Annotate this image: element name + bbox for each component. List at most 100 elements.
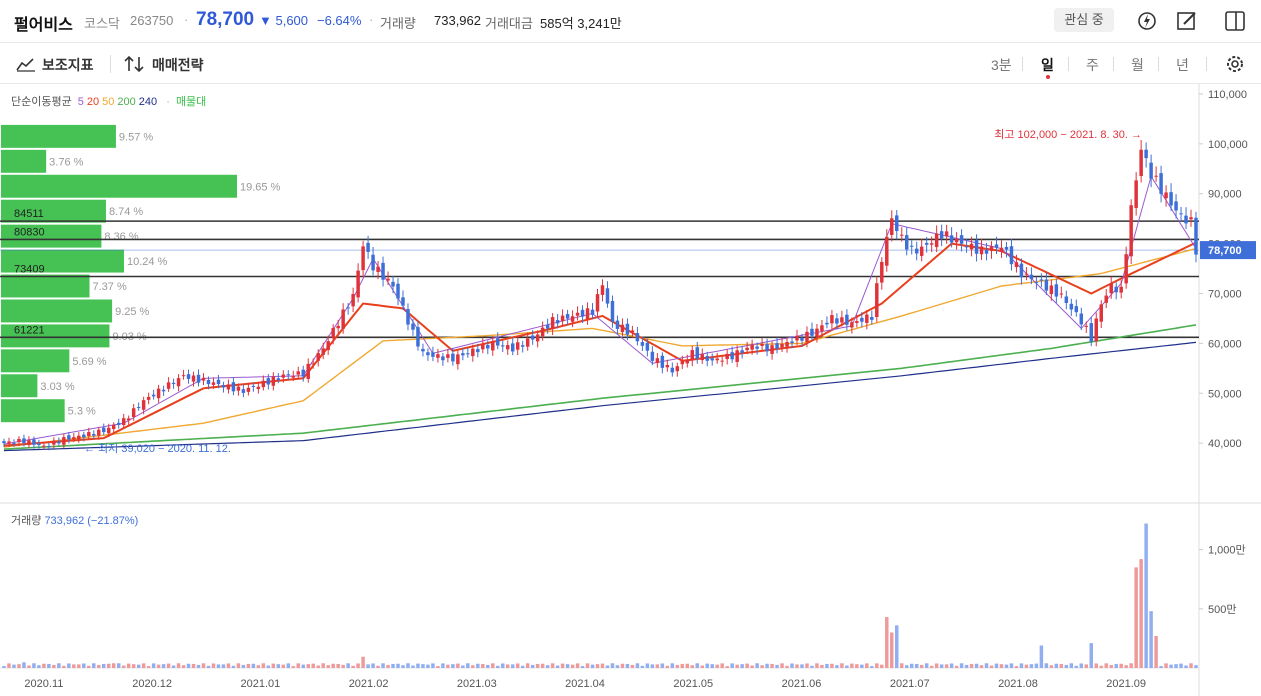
volume-bar xyxy=(1129,663,1133,668)
volume-bar xyxy=(650,664,655,668)
candle-body xyxy=(555,320,560,324)
support-label: 80830 xyxy=(14,226,45,238)
candle-body xyxy=(121,418,126,426)
volume-bar xyxy=(206,665,211,668)
settings-gear-icon[interactable] xyxy=(1224,53,1246,75)
period-year[interactable]: 년 xyxy=(1176,55,1189,75)
candle-body xyxy=(735,350,739,362)
strategy-icon xyxy=(124,55,144,73)
volume-bar xyxy=(750,665,754,668)
x-tick-label: 2020.12 xyxy=(132,678,172,690)
indicators-button[interactable]: 보조지표 xyxy=(42,55,94,75)
volume-bar xyxy=(151,663,156,668)
support-lines: 84511 80830 73409 61221 xyxy=(0,208,1199,339)
flash-icon[interactable] xyxy=(1134,8,1160,34)
candle-body xyxy=(1174,201,1178,211)
candle-body xyxy=(1089,323,1094,342)
candle-body xyxy=(919,246,924,256)
header-dot: · xyxy=(184,12,189,27)
volume-bar xyxy=(1154,636,1158,668)
volume-bar xyxy=(875,663,879,668)
candle-body xyxy=(161,389,166,392)
volume-bar xyxy=(979,665,984,668)
ma200-line xyxy=(3,324,1197,450)
volume-bar xyxy=(87,665,91,668)
volume-bar xyxy=(291,666,296,668)
volume-bar xyxy=(760,665,764,668)
candle-body xyxy=(246,387,251,392)
volume-bar xyxy=(32,663,36,668)
volume-profile-label: 8.36 % xyxy=(104,231,138,243)
volume-bar xyxy=(1144,523,1148,668)
low-annotation: ← 최저 39,020 − 2020. 11. 12. xyxy=(84,442,231,455)
volume-bar xyxy=(401,665,405,668)
candle-body xyxy=(1094,318,1098,342)
period-3min[interactable]: 3분 xyxy=(991,55,1012,75)
volume-bar xyxy=(590,664,595,668)
edit-icon[interactable] xyxy=(1174,8,1200,34)
volume-bar xyxy=(436,666,440,668)
candle-body xyxy=(356,270,360,298)
volume-bar xyxy=(176,663,181,668)
candle-body xyxy=(705,356,709,361)
volume-profile-bar xyxy=(1,149,47,173)
volume-bar xyxy=(580,666,585,668)
watchlist-button[interactable]: 관심 중 xyxy=(1054,8,1114,32)
candle-body xyxy=(944,231,949,237)
volume-bar xyxy=(1139,559,1143,668)
volume-bar xyxy=(491,663,495,668)
period-day[interactable]: 일 xyxy=(1041,55,1054,75)
period-week[interactable]: 주 xyxy=(1086,55,1099,75)
candle-body xyxy=(585,308,590,320)
strategy-button[interactable]: 매매전략 xyxy=(152,55,204,75)
volume-bar xyxy=(411,665,415,668)
y-tick-label: 70,000 xyxy=(1208,288,1242,300)
candle-body xyxy=(870,316,874,320)
volume-bar xyxy=(406,663,410,668)
candle-body xyxy=(1109,283,1113,294)
candle-body xyxy=(191,375,196,382)
volume-bar xyxy=(301,664,305,668)
side-panel-icon[interactable] xyxy=(1222,8,1248,34)
volume-bar xyxy=(1044,663,1049,668)
volume-bar xyxy=(560,663,565,668)
candle-body xyxy=(984,250,989,254)
volume-bar xyxy=(815,663,819,668)
volume-bar xyxy=(1009,663,1014,668)
volume-bar xyxy=(895,625,899,668)
candle-body xyxy=(909,245,914,247)
volume-bar xyxy=(530,664,535,668)
candle-body xyxy=(436,354,440,358)
ma-legend-title: 단순이동평균 xyxy=(11,96,72,108)
candle-body xyxy=(251,385,256,387)
volume-bar xyxy=(451,664,455,668)
y-tick-label: 110,000 xyxy=(1208,89,1247,101)
volume-y-tick-label: 500만 xyxy=(1208,603,1236,616)
period-month[interactable]: 월 xyxy=(1131,55,1144,75)
candle-body xyxy=(42,445,46,447)
candle-body xyxy=(685,360,690,364)
volume-profile-label: 19.65 % xyxy=(240,181,281,193)
price-chart[interactable]: 9.57 % 3.76 % 19.65 % 8.74 % 8.36 % 10.24 % 7.… xyxy=(0,84,1261,696)
ma-legend: 단순이동평균 5 20 50 200 240 · 매물대 xyxy=(11,93,209,109)
volume-bar xyxy=(790,663,794,668)
volume-bar xyxy=(136,664,141,668)
volume-bar xyxy=(236,663,241,668)
candle-body xyxy=(176,378,181,387)
candle-body xyxy=(720,360,724,362)
volume-bar xyxy=(630,664,635,668)
candle-body xyxy=(1169,192,1173,206)
volume-bar xyxy=(780,663,784,668)
volume-bar xyxy=(610,663,615,668)
volume-bar xyxy=(865,663,869,668)
volume-bar xyxy=(989,665,994,668)
volume-bar xyxy=(675,664,680,668)
amount-label: 거래대금 xyxy=(485,16,533,31)
candle-body xyxy=(92,434,96,436)
x-tick-label: 2021.04 xyxy=(565,678,605,690)
candle-body xyxy=(77,435,81,440)
x-tick-label: 2021.09 xyxy=(1106,678,1146,690)
ma-legend-dot: · xyxy=(166,96,170,108)
candle-body xyxy=(32,439,36,445)
volume-bar xyxy=(944,664,949,668)
